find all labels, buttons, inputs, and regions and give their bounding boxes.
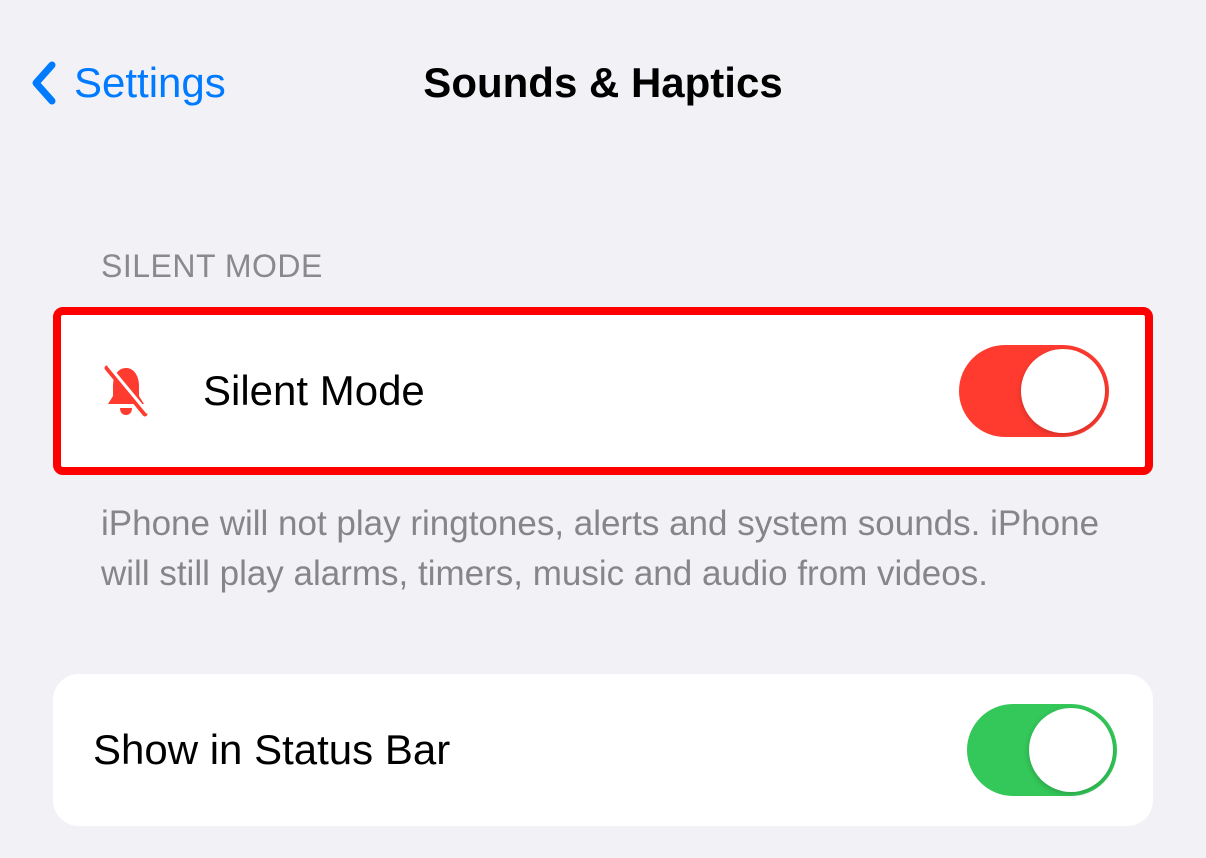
toggle-knob bbox=[1029, 708, 1113, 792]
chevron-left-icon bbox=[30, 61, 58, 105]
section-gap bbox=[53, 598, 1153, 674]
silent-mode-footer: iPhone will not play ringtones, alerts a… bbox=[53, 475, 1153, 598]
silent-icon-wrap bbox=[101, 364, 155, 418]
content-area: SILENT MODE Silent Mode iPhone will not … bbox=[0, 120, 1206, 826]
page-title: Sounds & Haptics bbox=[423, 59, 782, 107]
silent-mode-label: Silent Mode bbox=[203, 367, 959, 415]
show-in-status-bar-row[interactable]: Show in Status Bar bbox=[53, 674, 1153, 826]
show-in-status-bar-label: Show in Status Bar bbox=[93, 726, 967, 774]
section-header-silent: SILENT MODE bbox=[53, 248, 1153, 307]
silent-mode-group: Silent Mode bbox=[53, 307, 1153, 475]
toggle-knob bbox=[1021, 349, 1105, 433]
bell-slash-icon bbox=[101, 364, 151, 418]
silent-mode-row[interactable]: Silent Mode bbox=[53, 307, 1153, 475]
show-in-status-bar-toggle[interactable] bbox=[967, 704, 1117, 796]
status-bar-group: Show in Status Bar bbox=[53, 674, 1153, 826]
back-button[interactable]: Settings bbox=[30, 59, 226, 107]
back-label: Settings bbox=[74, 59, 226, 107]
navigation-bar: Settings Sounds & Haptics bbox=[0, 0, 1206, 120]
silent-mode-toggle[interactable] bbox=[959, 345, 1109, 437]
